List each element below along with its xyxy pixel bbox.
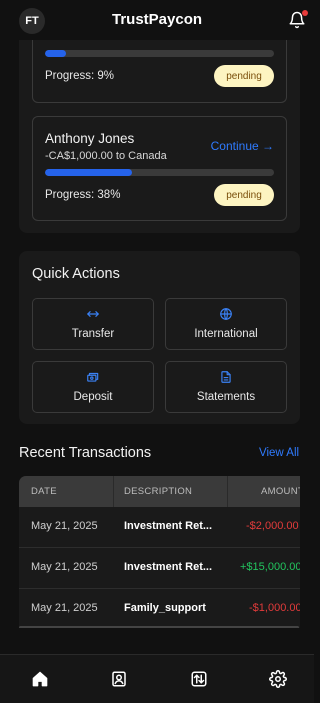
column-divider [227, 476, 228, 507]
transaction-amount: -$2,000.00 [246, 520, 299, 532]
table-row[interactable]: May 21, 2025 Investment Ret... +$15,000.… [19, 548, 300, 589]
progress-bar [45, 50, 274, 57]
recipient-name: Anthony Jones [45, 131, 135, 146]
horizontal-scrollbar[interactable] [19, 626, 299, 628]
deposit-button[interactable]: Deposit [32, 361, 154, 413]
table-header: DATE DESCRIPTION AMOUNT [19, 476, 300, 507]
progress-bar [45, 169, 274, 176]
transaction-date: May 21, 2025 [31, 520, 98, 532]
status-badge: pending [214, 65, 274, 87]
cash-stack-icon [87, 372, 99, 382]
transfers-icon[interactable] [190, 670, 208, 688]
progress-label: Progress: 38% [45, 189, 121, 201]
bottom-nav [0, 654, 314, 703]
home-icon[interactable] [31, 670, 49, 688]
transfer-button[interactable]: Transfer [32, 298, 154, 350]
app-header: FT TrustPaycon [0, 0, 314, 40]
progress-bar-fill [45, 169, 133, 176]
status-badge: pending [214, 184, 274, 206]
progress-bar-fill [45, 50, 66, 57]
progress-label: Progress: 9% [45, 70, 115, 82]
column-header-date: DATE [31, 486, 57, 497]
table-row[interactable]: May 21, 2025 Investment Ret... -$2,000.0… [19, 507, 300, 548]
transaction-description: Family_support [124, 602, 206, 614]
table-row[interactable]: May 21, 2025 Family_support -$1,000.00 [19, 589, 300, 628]
statements-button-label: Statements [196, 391, 256, 403]
transfer-button-label: Transfer [71, 328, 115, 340]
transfer-item[interactable]: Anthony Jones -CA$1,000.00 to Canada Con… [32, 116, 287, 221]
document-icon [221, 371, 231, 383]
international-button-label: International [194, 328, 258, 340]
transaction-date: May 21, 2025 [31, 561, 98, 573]
contacts-icon[interactable] [110, 670, 128, 688]
settings-icon[interactable] [269, 670, 287, 688]
transaction-amount: -$1,000.00 [249, 602, 300, 614]
transactions-table: DATE DESCRIPTION AMOUNT May 21, 2025 Inv… [19, 476, 300, 628]
column-divider [113, 476, 114, 507]
column-header-amount: AMOUNT [261, 486, 300, 497]
pending-transfers-card: Progress: 9% pending Anthony Jones -CA$1… [19, 30, 300, 233]
transfer-arrows-icon [87, 311, 99, 317]
column-header-description: DESCRIPTION [124, 486, 193, 497]
transaction-description: Investment Ret... [124, 520, 213, 532]
recent-transactions-title: Recent Transactions [19, 445, 152, 461]
app-title: TrustPaycon [111, 11, 203, 28]
quick-actions-card: Quick Actions Transfer International Dep… [19, 251, 300, 424]
transfer-detail: -CA$1,000.00 to Canada [45, 150, 167, 162]
notification-dot [302, 10, 308, 16]
statements-button[interactable]: Statements [165, 361, 287, 413]
globe-icon [220, 308, 232, 320]
transfer-item[interactable]: Progress: 9% pending [32, 30, 287, 103]
continue-link[interactable]: Continue → [211, 139, 274, 153]
transaction-amount: +$15,000.00 [240, 561, 300, 573]
transaction-date: May 21, 2025 [31, 602, 98, 614]
deposit-button-label: Deposit [73, 391, 113, 403]
international-button[interactable]: International [165, 298, 287, 350]
quick-actions-title: Quick Actions [32, 266, 120, 282]
view-all-link[interactable]: View All [259, 447, 299, 459]
transaction-description: Investment Ret... [124, 561, 213, 573]
